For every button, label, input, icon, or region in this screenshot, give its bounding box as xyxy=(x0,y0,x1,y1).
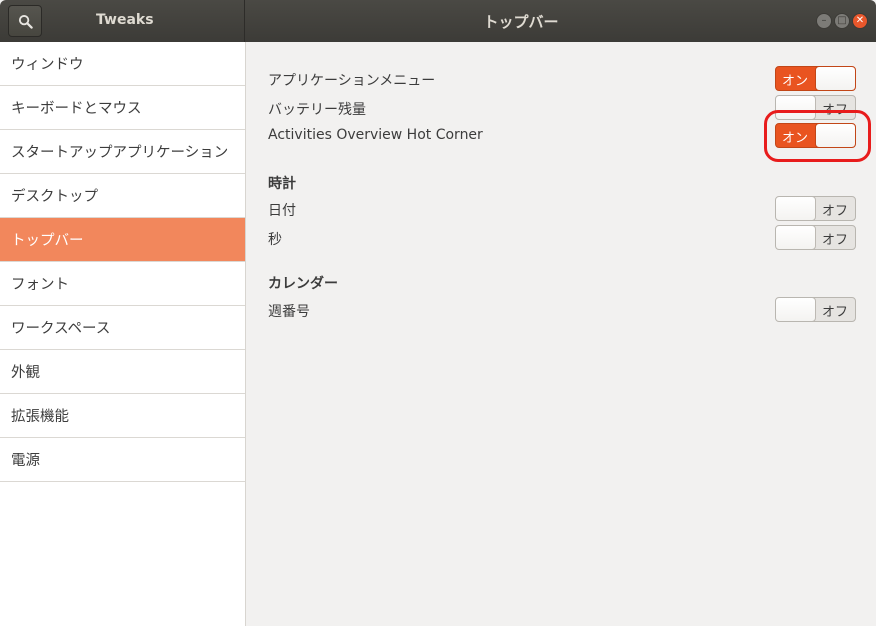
settings-panel: アプリケーションメニュー オン バッテリー残量 オフ Activities Ov… xyxy=(246,42,876,626)
battery-switch[interactable]: オフ xyxy=(775,95,856,120)
week-number-label: 週番号 xyxy=(268,304,310,320)
sidebar-item-fonts[interactable]: フォント xyxy=(0,262,245,306)
title-bar: Tweaks トップバー – □ ✕ xyxy=(0,0,876,42)
calendar-section-title: カレンダー xyxy=(268,276,338,292)
sidebar-item-startup-applications[interactable]: スタートアップアプリケーション xyxy=(0,130,245,174)
switch-knob xyxy=(776,298,816,321)
seconds-label: 秒 xyxy=(268,232,282,248)
switch-knob xyxy=(776,197,816,220)
close-button[interactable]: ✕ xyxy=(852,13,868,29)
switch-knob xyxy=(776,96,816,119)
sidebar-item-appearance[interactable]: 外観 xyxy=(0,350,245,394)
search-icon xyxy=(18,14,33,29)
sidebar-header: Tweaks xyxy=(0,0,245,42)
sidebar: ウィンドウ キーボードとマウス スタートアップアプリケーション デスクトップ ト… xyxy=(0,42,246,626)
hot-corner-switch-state: オン xyxy=(782,131,809,146)
close-icon: ✕ xyxy=(855,15,865,26)
date-switch[interactable]: オフ xyxy=(775,196,856,221)
seconds-row: 秒 オフ xyxy=(268,225,856,251)
date-row: 日付 オフ xyxy=(268,196,856,222)
week-number-switch-state: オフ xyxy=(821,305,848,320)
battery-label: バッテリー残量 xyxy=(268,102,366,118)
minimize-button[interactable]: – xyxy=(816,13,832,29)
app-menu-switch-state: オン xyxy=(782,74,809,89)
sidebar-item-power[interactable]: 電源 xyxy=(0,438,245,482)
battery-row: バッテリー残量 オフ xyxy=(268,95,856,121)
minimize-icon: – xyxy=(821,15,827,26)
hot-corner-switch[interactable]: オン xyxy=(775,123,856,148)
battery-switch-state: オフ xyxy=(821,103,848,118)
page-title: トップバー xyxy=(483,13,559,31)
app-title: Tweaks xyxy=(96,12,154,28)
hot-corner-label: Activities Overview Hot Corner xyxy=(268,127,483,143)
sidebar-item-windows[interactable]: ウィンドウ xyxy=(0,42,245,86)
app-menu-label: アプリケーションメニュー xyxy=(268,73,436,89)
hot-corner-row: Activities Overview Hot Corner オン xyxy=(268,123,856,149)
week-number-switch[interactable]: オフ xyxy=(775,297,856,322)
app-menu-row: アプリケーションメニュー オン xyxy=(268,66,856,92)
switch-knob xyxy=(776,226,816,249)
switch-knob xyxy=(815,67,855,90)
maximize-icon: □ xyxy=(837,15,847,26)
seconds-switch-state: オフ xyxy=(821,233,848,248)
maximize-button[interactable]: □ xyxy=(834,13,850,29)
seconds-switch[interactable]: オフ xyxy=(775,225,856,250)
sidebar-item-top-bar[interactable]: トップバー xyxy=(0,218,245,262)
switch-knob xyxy=(815,124,855,147)
sidebar-item-keyboard-mouse[interactable]: キーボードとマウス xyxy=(0,86,245,130)
date-switch-state: オフ xyxy=(821,204,848,219)
sidebar-item-workspaces[interactable]: ワークスペース xyxy=(0,306,245,350)
window-controls: – □ ✕ xyxy=(816,13,868,29)
date-label: 日付 xyxy=(268,203,296,219)
clock-section-title: 時計 xyxy=(268,176,296,192)
sidebar-item-extensions[interactable]: 拡張機能 xyxy=(0,394,245,438)
week-number-row: 週番号 オフ xyxy=(268,297,856,323)
search-button[interactable] xyxy=(8,5,42,37)
sidebar-item-desktop[interactable]: デスクトップ xyxy=(0,174,245,218)
app-menu-switch[interactable]: オン xyxy=(775,66,856,91)
